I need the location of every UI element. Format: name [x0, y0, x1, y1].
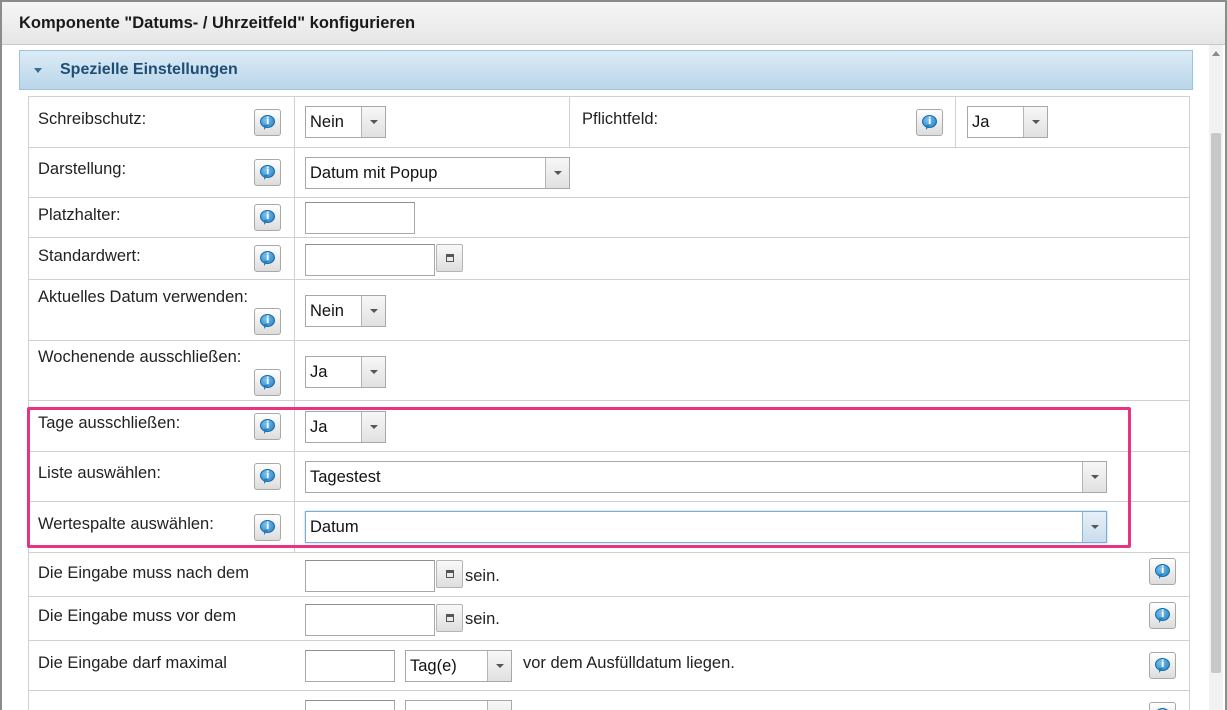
label-platzhalter: Platzhalter: [38, 206, 121, 224]
calendar-icon[interactable] [436, 604, 463, 632]
select-schreibschutz[interactable]: Nein [305, 106, 386, 138]
label-eingabe-nach-dem: Die Eingabe muss nach dem [38, 564, 249, 582]
input-eingabe-vor-dem[interactable] [305, 604, 435, 636]
suffix-vor-dem: sein. [465, 610, 500, 628]
dialog-title: Komponente "Datums- / Uhrzeitfeld" konfi… [19, 14, 416, 32]
input-standardwert[interactable] [305, 244, 435, 276]
dropdown-arrow-icon[interactable] [361, 357, 385, 387]
calendar-icon[interactable] [436, 560, 463, 588]
dropdown-arrow-icon[interactable] [361, 296, 385, 326]
info-icon[interactable]: i [1149, 652, 1176, 679]
dropdown-arrow-icon[interactable] [545, 158, 569, 188]
info-icon[interactable]: i [254, 109, 281, 136]
input-eingabe-maximal[interactable] [305, 650, 395, 682]
info-icon[interactable]: i [254, 308, 281, 335]
dialog-titlebar: Komponente "Datums- / Uhrzeitfeld" konfi… [2, 2, 1225, 45]
label-schreibschutz: Schreibschutz: [38, 110, 147, 128]
dropdown-arrow-icon[interactable] [487, 701, 511, 710]
label-wochenende: Wochenende ausschließen: [38, 348, 242, 366]
dropdown-arrow-icon[interactable] [361, 107, 385, 137]
select-partial-row[interactable] [405, 700, 512, 710]
select-pflichtfeld[interactable]: Ja [967, 106, 1048, 138]
info-icon[interactable]: i [1149, 558, 1176, 585]
calendar-icon[interactable] [436, 244, 463, 272]
section-header-spezielle-einstellungen[interactable]: Spezielle Einstellungen [19, 50, 1193, 90]
select-wochenende[interactable]: Ja [305, 356, 386, 388]
label-pflichtfeld: Pflichtfeld: [582, 110, 659, 128]
select-aktuelles-datum[interactable]: Nein [305, 295, 386, 327]
info-icon[interactable]: i [1149, 702, 1176, 710]
suffix-maximal: vor dem Ausfülldatum liegen. [523, 654, 735, 672]
scrollbar-thumb[interactable] [1211, 133, 1221, 673]
input-platzhalter[interactable] [305, 202, 415, 234]
vertical-scrollbar[interactable] [1209, 45, 1223, 710]
label-standardwert: Standardwert: [38, 247, 141, 265]
highlight-annotation-frame [27, 407, 1131, 548]
select-darstellung[interactable]: Datum mit Popup [305, 157, 570, 189]
scroll-up-arrow-icon[interactable] [1212, 51, 1220, 56]
suffix-nach-dem: sein. [465, 567, 500, 585]
label-eingabe-vor-dem: Die Eingabe muss vor dem [38, 607, 237, 625]
dialog-window: Komponente "Datums- / Uhrzeitfeld" konfi… [0, 0, 1227, 710]
info-icon[interactable]: i [916, 109, 943, 136]
input-partial-row[interactable] [305, 700, 395, 710]
dropdown-arrow-icon[interactable] [1023, 107, 1047, 137]
label-eingabe-maximal: Die Eingabe darf maximal [38, 654, 227, 672]
info-icon[interactable]: i [1149, 602, 1176, 629]
section-title: Spezielle Einstellungen [60, 61, 238, 78]
info-icon[interactable]: i [254, 159, 281, 186]
label-darstellung: Darstellung: [38, 160, 127, 178]
select-maximal-unit[interactable]: Tag(e) [405, 650, 512, 682]
collapse-caret-icon[interactable] [34, 68, 42, 73]
info-icon[interactable]: i [254, 369, 281, 396]
input-eingabe-nach-dem[interactable] [305, 560, 435, 592]
dropdown-arrow-icon[interactable] [487, 651, 511, 681]
info-icon[interactable]: i [254, 245, 281, 272]
label-aktuelles-datum: Aktuelles Datum verwenden: [38, 288, 249, 306]
info-icon[interactable]: i [254, 204, 281, 231]
